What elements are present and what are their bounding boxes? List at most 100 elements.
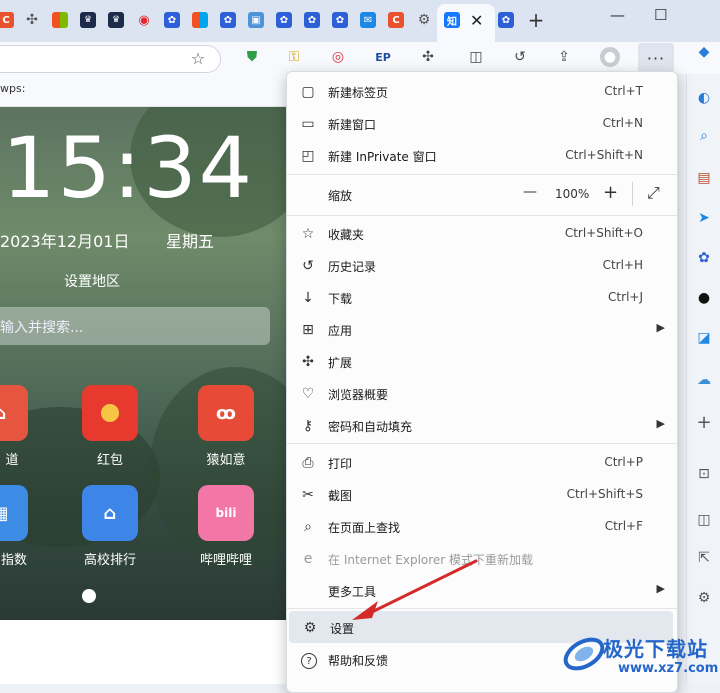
- screenshot-icon[interactable]: ⊡: [694, 464, 714, 484]
- menu-item-passwords[interactable]: ⚷ 密码和自动填充 ▶: [287, 409, 677, 441]
- chevron-right-icon: ▶: [656, 582, 665, 595]
- tab-7[interactable]: ✿: [162, 10, 182, 30]
- fullscreen-icon[interactable]: ⤢: [647, 183, 660, 203]
- history-icon[interactable]: ↺: [510, 47, 530, 67]
- password-icon: ⚷: [302, 418, 314, 434]
- extension-icon[interactable]: ⚿: [284, 47, 304, 67]
- tab-16[interactable]: ⚙: [414, 10, 434, 30]
- favorites-bar-item[interactable]: wps:: [0, 82, 25, 95]
- menu-divider: [287, 443, 677, 444]
- menu-item-new-window[interactable]: ▭ 新建窗口 Ctrl+N: [287, 107, 677, 139]
- minimize-button[interactable]: —: [610, 6, 625, 24]
- menu-item-history[interactable]: ↺ 历史记录 Ctrl+H: [287, 249, 677, 281]
- menu-item-screenshot[interactable]: ✂ 截图 Ctrl+Shift+S: [287, 478, 677, 510]
- menu-item-more-tools[interactable]: 更多工具 ▶: [287, 574, 677, 606]
- menu-item-new-tab[interactable]: ▢ 新建标签页 Ctrl+T: [287, 75, 677, 107]
- add-icon[interactable]: +: [694, 412, 714, 433]
- close-tab-icon[interactable]: ✕: [470, 11, 483, 30]
- menu-item-label: 在 Internet Explorer 模式下重新加载: [328, 553, 534, 567]
- tab-2[interactable]: ✣: [22, 10, 42, 30]
- baidu-paw-icon: ✿: [164, 12, 180, 28]
- sidebar-item-icon[interactable]: ◐: [694, 88, 714, 108]
- menu-divider: [287, 608, 677, 609]
- zoom-in-button[interactable]: +: [603, 182, 618, 203]
- history-icon: ↺: [302, 258, 314, 274]
- baidu-paw-icon: ✿: [304, 12, 320, 28]
- chevron-right-icon: ▶: [656, 321, 665, 334]
- app-tile[interactable]: ⌂ 高校排行: [80, 485, 140, 568]
- split-screen-icon[interactable]: ◫: [466, 47, 486, 67]
- menu-item-find-on-page[interactable]: ⌕ 在页面上查找 Ctrl+F: [287, 510, 677, 542]
- favorites-bar: wps:: [0, 74, 290, 107]
- search-icon[interactable]: ⌕: [694, 126, 714, 146]
- extensions-icon[interactable]: ✣: [418, 47, 438, 67]
- tab-5[interactable]: ♛: [106, 10, 126, 30]
- cloud-icon[interactable]: ☁: [694, 370, 714, 390]
- ep-extension-icon[interactable]: EP: [373, 47, 393, 67]
- profile-avatar[interactable]: ●: [600, 47, 620, 67]
- ie-mode-icon: e: [303, 551, 313, 567]
- baidu-paw-icon: ✿: [498, 12, 514, 28]
- open-external-icon[interactable]: ⇱: [694, 548, 714, 568]
- menu-item-label: 密码和自动填充: [328, 420, 413, 434]
- tab-15[interactable]: C: [386, 10, 406, 30]
- qq-icon[interactable]: ●: [694, 288, 714, 308]
- maximize-button[interactable]: ☐: [654, 6, 667, 24]
- tab-18[interactable]: ✿: [496, 10, 516, 30]
- tab-10[interactable]: ▣: [246, 10, 266, 30]
- app-tile[interactable]: ▦ 指数: [0, 485, 30, 568]
- tab-12[interactable]: ✿: [302, 10, 322, 30]
- share-icon[interactable]: ⇪: [554, 47, 574, 67]
- tab-6[interactable]: ◉: [134, 10, 154, 30]
- tab-11[interactable]: ✿: [274, 10, 294, 30]
- new-tab-button[interactable]: +: [526, 8, 546, 32]
- menu-item-label: 在页面上查找: [328, 521, 401, 535]
- app-tile[interactable]: ⌂ 道: [0, 385, 30, 468]
- menu-item-label: 历史记录: [328, 260, 377, 274]
- app-tile[interactable]: ꝏ 猿如意: [196, 385, 256, 468]
- tab-17[interactable]: 知: [442, 10, 462, 30]
- tab-14[interactable]: ✉: [358, 10, 378, 30]
- menu-item-label: 新建标签页: [328, 86, 389, 100]
- baidu-paw-icon: ✿: [332, 12, 348, 28]
- puzzle-icon: ✣: [26, 12, 38, 28]
- menu-item-apps[interactable]: ⊞ 应用 ▶: [287, 313, 677, 345]
- menu-item-shortcut: Ctrl+F: [604, 519, 643, 533]
- tab-13[interactable]: ✿: [330, 10, 350, 30]
- app-tile[interactable]: bili 哔哩哔哩: [196, 485, 256, 568]
- menu-item-shortcut: Ctrl+P: [604, 455, 643, 469]
- tab-9[interactable]: ✿: [218, 10, 238, 30]
- app-label: 红包: [96, 453, 123, 468]
- target-icon[interactable]: ◎: [328, 47, 348, 67]
- menu-item-favorites[interactable]: ☆ 收藏夹 Ctrl+Shift+O: [287, 217, 677, 249]
- tools-icon[interactable]: ▤: [694, 168, 714, 188]
- shield-icon[interactable]: ⛊: [242, 47, 262, 67]
- tab-3[interactable]: [50, 10, 70, 30]
- menu-item-print[interactable]: ⎙ 打印 Ctrl+P: [287, 446, 677, 478]
- menu-item-label: 浏览器概要: [328, 388, 389, 402]
- sidebar-toggle-icon[interactable]: ◫: [694, 510, 714, 530]
- sidebar-app-icon[interactable]: ◪: [694, 328, 714, 348]
- favorite-star-icon[interactable]: ☆: [188, 48, 208, 68]
- send-icon[interactable]: ➤: [694, 208, 714, 228]
- app-tile[interactable]: 红包: [80, 385, 140, 468]
- tab-1[interactable]: C: [0, 10, 16, 30]
- baidu-paw-icon[interactable]: ✿: [694, 248, 714, 268]
- more-menu-button[interactable]: ···: [638, 43, 674, 73]
- menu-item-new-inprivate[interactable]: ◰ 新建 InPrivate 窗口 Ctrl+Shift+N: [287, 139, 677, 171]
- tab-4[interactable]: ♛: [78, 10, 98, 30]
- menu-item-label: 扩展: [328, 356, 353, 370]
- address-bar[interactable]: ☆: [0, 45, 221, 73]
- menu-item-extensions[interactable]: ✣ 扩展: [287, 345, 677, 377]
- search-box[interactable]: 输入并搜索...: [0, 307, 270, 345]
- zoom-out-button[interactable]: —: [523, 184, 537, 200]
- copilot-icon[interactable]: ◆: [694, 42, 714, 62]
- menu-item-shortcut: Ctrl+J: [608, 290, 643, 304]
- tab-8[interactable]: [190, 10, 210, 30]
- menu-item-downloads[interactable]: ↓ 下载 Ctrl+J: [287, 281, 677, 313]
- app-icon: ⌂: [0, 385, 28, 441]
- set-region-link[interactable]: 设置地区: [64, 271, 120, 291]
- page-indicator-dot[interactable]: [82, 589, 96, 603]
- menu-item-browser-essentials[interactable]: ♡ 浏览器概要: [287, 377, 677, 409]
- gear-icon[interactable]: ⚙: [694, 588, 714, 608]
